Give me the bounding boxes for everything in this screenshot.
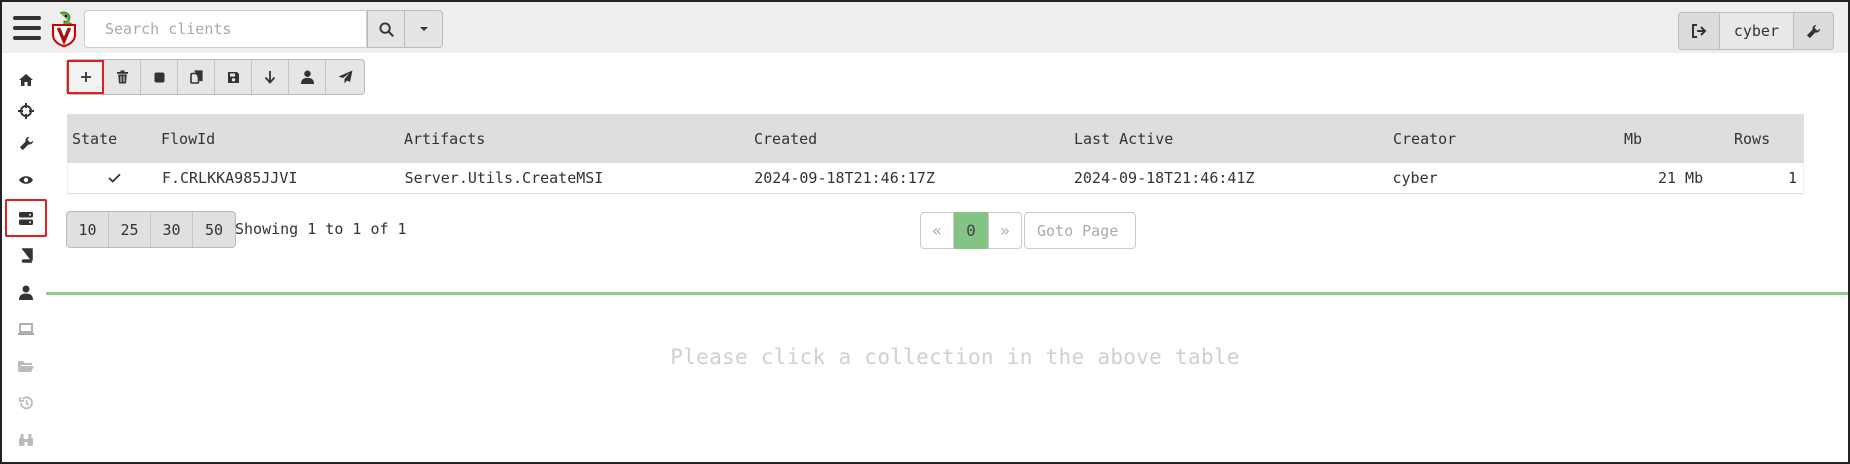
- book-icon: [21, 247, 33, 263]
- flows-toolbar: [66, 59, 365, 95]
- search-input[interactable]: [84, 10, 367, 48]
- user-icon: [19, 285, 33, 300]
- next-page-button[interactable]: »: [988, 212, 1022, 249]
- username-label[interactable]: cyber: [1719, 13, 1794, 49]
- col-header-artifacts[interactable]: Artifacts: [404, 130, 754, 148]
- artifacts-cell: Server.Utils.CreateMSI: [404, 169, 604, 187]
- sidebar-item-server-artifacts[interactable]: [5, 199, 47, 237]
- new-collection-button[interactable]: [67, 60, 104, 94]
- save-button[interactable]: [215, 60, 252, 94]
- download-button[interactable]: [252, 60, 289, 94]
- state-cell: [68, 169, 162, 187]
- col-header-state[interactable]: State: [67, 130, 161, 148]
- user-icon: [300, 70, 314, 84]
- current-page-button[interactable]: 0: [954, 212, 988, 249]
- delete-button[interactable]: [104, 60, 141, 94]
- binoculars-icon: [19, 434, 33, 446]
- crosshairs-icon: [18, 103, 34, 119]
- folder-open-icon: [18, 361, 34, 372]
- caret-down-icon: [419, 27, 428, 31]
- sidebar-item-monitor[interactable]: [5, 161, 47, 199]
- home-icon: [19, 74, 33, 86]
- sidebar-item-history[interactable]: [5, 384, 47, 422]
- wrench-icon: [1806, 24, 1821, 38]
- col-header-created[interactable]: Created: [754, 130, 1074, 148]
- col-header-last-active[interactable]: Last Active: [1074, 130, 1393, 148]
- trash-icon: [116, 70, 128, 84]
- created-cell: 2024-09-18T21:46:17Z: [754, 169, 935, 187]
- sidebar-item-files[interactable]: [5, 347, 47, 385]
- flow-id-cell[interactable]: F.CRLKKA985JJVI: [162, 169, 405, 187]
- details-empty-message: Please click a collection in the above t…: [670, 345, 1240, 369]
- rows-cell: 1: [1787, 169, 1797, 187]
- user-button[interactable]: [289, 60, 326, 94]
- sign-out-icon: [1691, 24, 1707, 38]
- top-bar: cyber: [2, 2, 1848, 53]
- pagination: « 0 »: [920, 212, 1136, 249]
- server-icon: [19, 211, 33, 225]
- history-icon: [19, 396, 33, 410]
- copy-icon: [189, 70, 203, 84]
- plus-icon: [80, 72, 91, 82]
- wrench-icon: [19, 136, 33, 150]
- sidebar-item-client[interactable]: [5, 310, 47, 348]
- user-settings-button[interactable]: [1794, 13, 1833, 49]
- search-icon: [378, 21, 394, 37]
- page-size-50-button[interactable]: 50: [193, 212, 235, 247]
- stop-button[interactable]: [141, 60, 178, 94]
- col-header-rows[interactable]: Rows: [1708, 130, 1804, 148]
- goto-page-input[interactable]: [1024, 212, 1136, 249]
- eye-icon: [19, 176, 33, 184]
- hamburger-menu-icon[interactable]: [13, 16, 41, 42]
- details-divider[interactable]: [46, 292, 1848, 295]
- user-controls: cyber: [1677, 12, 1834, 50]
- save-icon: [227, 71, 239, 83]
- sidebar-item-users[interactable]: [5, 273, 47, 311]
- page-size-30-button[interactable]: 30: [151, 212, 193, 247]
- laptop-icon: [18, 322, 34, 335]
- sidebar: [2, 53, 47, 462]
- search-options-dropdown[interactable]: [405, 10, 443, 48]
- creator-cell: cyber: [1392, 169, 1438, 187]
- search-button[interactable]: [367, 10, 405, 48]
- last-active-cell: 2024-09-18T21:46:41Z: [1073, 169, 1255, 187]
- col-header-creator[interactable]: Creator: [1393, 130, 1588, 148]
- col-header-flowid[interactable]: FlowId: [161, 130, 404, 148]
- sidebar-item-notebooks[interactable]: [5, 236, 47, 274]
- table-row[interactable]: F.CRLKKA985JJVI Server.Utils.CreateMSI 2…: [67, 163, 1804, 194]
- copy-button[interactable]: [178, 60, 215, 94]
- send-button[interactable]: [326, 60, 364, 94]
- col-header-mb[interactable]: Mb: [1588, 130, 1708, 148]
- page-size-10-button[interactable]: 10: [67, 212, 109, 247]
- velociraptor-logo[interactable]: [50, 11, 78, 48]
- mb-cell: 21 Mb: [1657, 169, 1704, 187]
- page-size-25-button[interactable]: 25: [109, 212, 151, 247]
- arrow-down-icon: [264, 71, 276, 84]
- check-icon: [108, 173, 121, 183]
- sidebar-item-tools[interactable]: [5, 124, 47, 162]
- flows-table: State FlowId Artifacts Created Last Acti…: [67, 114, 1804, 194]
- search-group: [84, 10, 443, 48]
- page-size-group: 10 25 30 50: [66, 211, 236, 248]
- logout-button[interactable]: [1678, 13, 1720, 49]
- paper-plane-icon: [338, 70, 352, 84]
- sidebar-item-binoculars[interactable]: [5, 421, 47, 459]
- table-header: State FlowId Artifacts Created Last Acti…: [67, 114, 1804, 163]
- showing-count-text: Showing 1 to 1 of 1: [235, 220, 407, 238]
- prev-page-button[interactable]: «: [920, 212, 954, 249]
- stop-icon: [154, 72, 164, 82]
